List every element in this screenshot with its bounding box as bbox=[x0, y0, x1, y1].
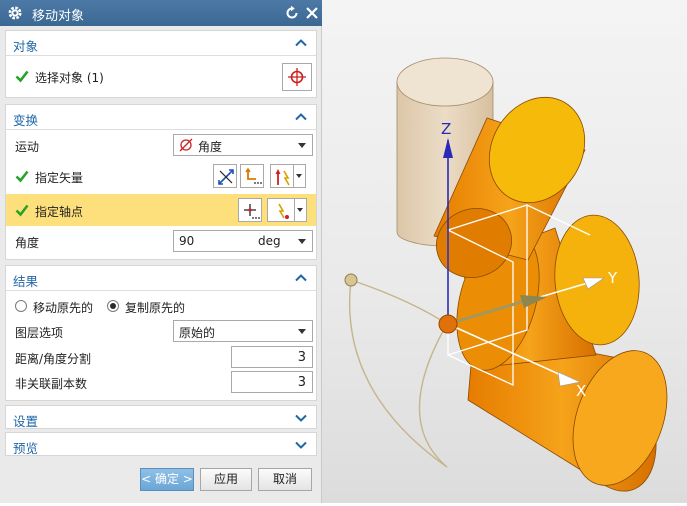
select-object-row: 选择对象 (1) bbox=[6, 62, 316, 92]
apply-button[interactable]: 应用 bbox=[200, 468, 252, 491]
divider bbox=[6, 55, 316, 56]
preview-section[interactable]: 预览 bbox=[5, 432, 317, 456]
radio-copy-label: 复制原先的 bbox=[125, 301, 186, 315]
dropdown-arrow-icon bbox=[298, 239, 306, 244]
vector-dialog-icon bbox=[245, 167, 262, 184]
layer-option-value: 原始的 bbox=[179, 326, 216, 340]
result-radio-row: 移动原先的 复制原先的 bbox=[6, 294, 316, 318]
dropdown-arrow-icon bbox=[298, 143, 306, 148]
transform-section-title: 变换 bbox=[13, 113, 39, 128]
pivot-point-handle[interactable] bbox=[438, 314, 458, 334]
angle-unit: deg bbox=[258, 234, 281, 248]
select-object-label: 选择对象 (1) bbox=[35, 71, 104, 85]
angle-handle[interactable] bbox=[344, 273, 358, 287]
motion-label: 运动 bbox=[15, 140, 40, 154]
dialog-title: 移动对象 bbox=[32, 9, 85, 24]
rotation-arc bbox=[350, 279, 448, 468]
title-bar[interactable]: 移动对象 bbox=[0, 0, 322, 26]
preview-section-title: 预览 bbox=[13, 441, 39, 456]
inferred-point-icon bbox=[278, 203, 289, 219]
check-icon bbox=[15, 170, 29, 183]
graphics-viewport[interactable]: Z Y X bbox=[322, 0, 687, 503]
result-section-title: 结果 bbox=[13, 274, 39, 289]
specify-vector-label: 指定矢量 bbox=[35, 171, 84, 185]
object-section-header[interactable]: 对象 bbox=[6, 31, 316, 55]
settings-section-title: 设置 bbox=[13, 414, 39, 429]
axis-x-label: X bbox=[576, 382, 586, 400]
motion-row: 运动 角度 bbox=[6, 133, 316, 157]
chevron-up-icon[interactable] bbox=[294, 36, 308, 50]
reset-icon[interactable] bbox=[283, 4, 301, 22]
chevron-down-icon[interactable] bbox=[294, 438, 308, 452]
distance-angle-row: 距离/角度分割 3 bbox=[6, 345, 316, 369]
radio-move-label: 移动原先的 bbox=[33, 301, 94, 315]
angle-input[interactable]: 90 deg bbox=[173, 230, 313, 252]
rotation-arc-outer bbox=[348, 279, 448, 468]
model-scene[interactable]: Z Y X bbox=[322, 0, 687, 503]
point-dialog-button[interactable] bbox=[238, 198, 262, 222]
specify-pivot-label: 指定轴点 bbox=[35, 205, 84, 219]
copies-row: 非关联副本数 3 bbox=[6, 370, 316, 394]
radio-copy-original[interactable] bbox=[107, 300, 119, 312]
object-section: 对象 选择对象 (1) bbox=[5, 30, 317, 98]
distance-angle-value: 3 bbox=[297, 350, 306, 365]
result-section: 结果 移动原先的 复制原先的 图层选项 原始的 距离/角度分割 3 非关联副本数… bbox=[5, 265, 317, 401]
vector-dialog-button[interactable] bbox=[240, 164, 264, 188]
motion-value: 角度 bbox=[198, 140, 223, 154]
ok-button[interactable]: < 确定 > bbox=[140, 468, 194, 491]
copies-value: 3 bbox=[297, 375, 306, 390]
specify-pivot-row[interactable]: 指定轴点 bbox=[6, 194, 316, 226]
layer-option-row: 图层选项 原始的 bbox=[6, 319, 316, 343]
axis-z-label: Z bbox=[441, 120, 451, 138]
result-section-header[interactable]: 结果 bbox=[6, 266, 316, 290]
check-icon bbox=[15, 70, 29, 83]
angle-value: 90 bbox=[179, 234, 195, 248]
inferred-vector-icon bbox=[275, 169, 290, 186]
select-object-button[interactable] bbox=[282, 63, 312, 91]
transform-section: 变换 运动 角度 指定矢量 指定轴点 角度 90 deg bbox=[5, 104, 317, 260]
divider bbox=[6, 290, 316, 291]
inferred-point-button[interactable] bbox=[267, 198, 295, 222]
check-icon bbox=[15, 204, 29, 217]
object-section-title: 对象 bbox=[13, 39, 39, 54]
angle-icon bbox=[179, 138, 193, 152]
angle-row: 角度 90 deg bbox=[6, 229, 316, 253]
radio-move-original[interactable] bbox=[15, 300, 27, 312]
reverse-direction-button[interactable] bbox=[213, 164, 237, 188]
angle-label: 角度 bbox=[15, 236, 40, 250]
gear-icon bbox=[8, 6, 22, 20]
layer-option-label: 图层选项 bbox=[15, 326, 64, 340]
distance-angle-label: 距离/角度分割 bbox=[15, 352, 92, 366]
chevron-up-icon[interactable] bbox=[294, 271, 308, 285]
chevron-up-icon[interactable] bbox=[294, 110, 308, 124]
copies-input[interactable]: 3 bbox=[231, 371, 313, 393]
distance-angle-input[interactable]: 3 bbox=[231, 346, 313, 368]
layer-option-select[interactable]: 原始的 bbox=[173, 320, 313, 342]
vector-options-dropdown[interactable] bbox=[294, 164, 306, 188]
crosshair-icon bbox=[288, 68, 306, 86]
cancel-button[interactable]: 取消 bbox=[258, 468, 312, 491]
motion-select[interactable]: 角度 bbox=[173, 134, 313, 156]
axis-y-label: Y bbox=[607, 269, 618, 287]
transform-section-header[interactable]: 变换 bbox=[6, 105, 316, 129]
move-object-dialog: 移动对象 对象 选择对象 (1) 变换 运动 角度 指定矢量 指定轴点 角度 9… bbox=[0, 0, 322, 503]
close-icon[interactable] bbox=[303, 4, 321, 22]
specify-vector-row: 指定矢量 bbox=[6, 162, 316, 190]
chevron-down-icon[interactable] bbox=[294, 411, 308, 425]
inferred-vector-button[interactable] bbox=[270, 164, 294, 188]
copies-label: 非关联副本数 bbox=[15, 377, 88, 391]
point-dialog-icon bbox=[244, 204, 260, 219]
divider bbox=[6, 129, 316, 130]
pivot-options-dropdown[interactable] bbox=[295, 198, 307, 222]
reverse-direction-icon bbox=[218, 169, 234, 185]
settings-section[interactable]: 设置 bbox=[5, 405, 317, 429]
dropdown-arrow-icon bbox=[298, 329, 306, 334]
